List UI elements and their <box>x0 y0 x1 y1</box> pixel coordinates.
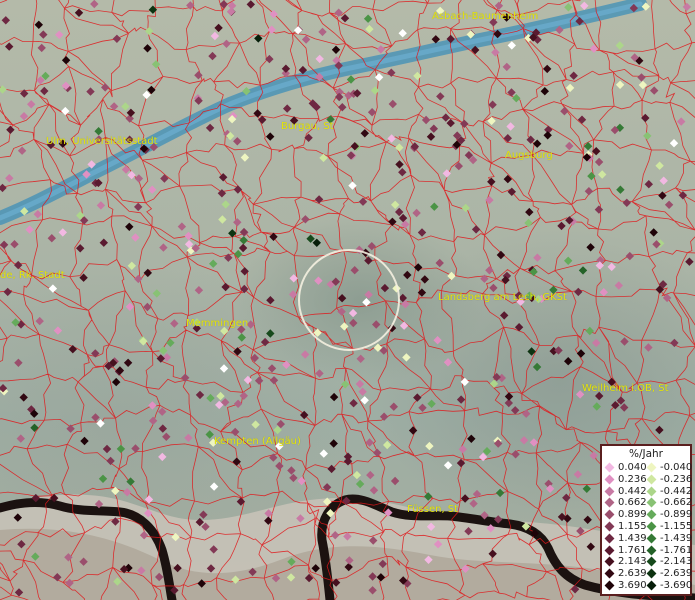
legend-value: 0.236 <box>618 473 647 485</box>
city-label-augsburg: Augsburg <box>505 150 553 161</box>
city-label-asbach-baumenheim: Asbach-Baumenheim <box>432 11 539 22</box>
legend-value: -0.442 <box>660 485 693 497</box>
legend-swatch <box>646 497 657 508</box>
city-label-memmingen: Memmingen <box>186 318 249 329</box>
legend-value: 0.662 <box>618 497 647 509</box>
selection-overlay <box>298 249 400 351</box>
legend-swatch <box>646 509 657 520</box>
city-label-landsberg: Landsberg am Lech, GKSt <box>438 292 567 303</box>
selection-circle[interactable] <box>298 249 400 351</box>
legend-swatch <box>646 474 657 485</box>
legend-value: 3.690 <box>618 580 647 591</box>
legend-value: -0.899 <box>660 509 693 521</box>
legend-swatch <box>646 545 657 556</box>
city-label-fuessen: Füssen, St <box>407 504 459 515</box>
legend-value: 2.143 <box>618 556 647 568</box>
legend-swatch <box>646 556 657 567</box>
city-label-burgau: Burgau, St <box>281 121 334 132</box>
legend-swatch <box>604 497 615 508</box>
legend-swatch <box>604 545 615 556</box>
legend-swatch <box>646 521 657 532</box>
legend-value: -0.236 <box>660 473 693 485</box>
legend-swatch <box>646 580 657 591</box>
legend-value: -2.639 <box>660 568 693 580</box>
map-canvas[interactable]: Asbach-Baumenheim Burgau, St Ulm, Univer… <box>0 0 695 600</box>
map-legend: %/Jahr 0.040 -0.040 0.236 -0.236 0.442 -0.442… <box>600 444 692 596</box>
legend-value: 0.899 <box>618 509 647 521</box>
legend-title: %/Jahr <box>628 448 664 460</box>
legend-swatch <box>604 580 615 591</box>
legend-value: -0.040 <box>660 462 693 473</box>
legend-value: 1.761 <box>618 544 647 556</box>
legend-value: 2.639 <box>618 568 647 580</box>
legend-value: -3.690 <box>660 580 693 591</box>
city-label-partial-west: de, Rk. Stadt <box>0 270 65 281</box>
legend-swatch <box>604 533 615 544</box>
legend-swatch <box>604 556 615 567</box>
legend-swatch <box>604 462 615 473</box>
legend-value: -2.143 <box>660 556 693 568</box>
legend-swatch <box>604 486 615 497</box>
legend-swatch <box>646 568 657 579</box>
city-label-ulm: Ulm, Universitätsstadt <box>46 136 158 147</box>
legend-value: -0.662 <box>660 497 693 509</box>
city-label-weilheim: Weilheim i.OB, St <box>582 383 669 394</box>
legend-swatch <box>604 509 615 520</box>
city-label-kempten: Kempten (Allgäu) <box>214 436 301 447</box>
legend-value: -1.761 <box>660 544 693 556</box>
legend-value: 0.040 <box>618 462 647 473</box>
legend-swatch <box>646 486 657 497</box>
legend-swatch <box>646 533 657 544</box>
legend-swatch <box>646 462 657 473</box>
legend-value: -1.439 <box>660 532 693 544</box>
legend-value: 1.439 <box>618 532 647 544</box>
legend-value: -1.155 <box>660 521 693 532</box>
legend-value: 0.442 <box>618 485 647 497</box>
legend-swatch <box>604 568 615 579</box>
legend-swatch <box>604 474 615 485</box>
legend-swatch <box>604 521 615 532</box>
legend-value: 1.155 <box>618 521 647 532</box>
